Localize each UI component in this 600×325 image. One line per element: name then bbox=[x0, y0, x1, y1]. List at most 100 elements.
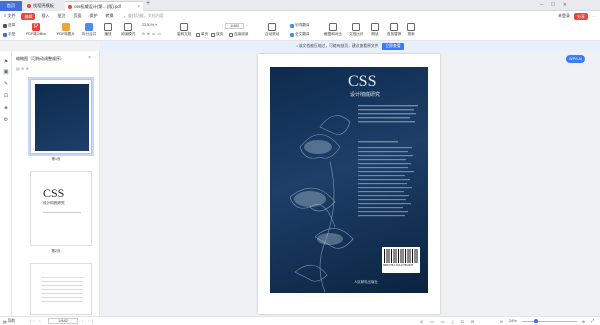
status-page-input[interactable]: 1/482 bbox=[48, 318, 78, 324]
zoom-slider[interactable] bbox=[522, 319, 577, 323]
close-icon[interactable]: × bbox=[138, 4, 140, 9]
tab-current-pdf[interactable]: css权威设计(第…)版).pdf × bbox=[65, 1, 143, 11]
ribbon-toolbar: 选择 手型 P PDF转Office PDF转图片 拆分合并 播放 阅读模式 23… bbox=[0, 21, 600, 41]
read-aloud-button[interactable]: 朗读 bbox=[371, 23, 379, 37]
zoom-out-icon[interactable]: ⊖ bbox=[500, 319, 503, 324]
barcode-bars bbox=[384, 249, 418, 263]
wps-ai-button[interactable]: WPS AI bbox=[566, 55, 586, 63]
barcode: ISBN 978-7-115-17766-8/TP bbox=[382, 247, 420, 273]
share-button[interactable]: 分享 bbox=[574, 12, 588, 20]
chevron-down-icon: ▾ bbox=[155, 23, 158, 27]
thumbnail-tools[interactable]: ▤ ⊖ ⊕ bbox=[16, 66, 96, 72]
thumbnail-page2-subtitle: 设计彻底研究 bbox=[43, 201, 65, 205]
zoom-in-icon[interactable]: ⊕ bbox=[582, 319, 585, 324]
double-page-icon bbox=[211, 32, 215, 37]
layers-icon[interactable]: ◈ bbox=[3, 105, 9, 111]
status-bar: ▤ 导航 |‹ ‹ 1/482 › ›| ◎ ▭ ▭ ▯ ⊡ ⊟ ⊖ 24% ⊕… bbox=[0, 316, 600, 325]
navigation-toggle[interactable]: ▤ 导航 bbox=[3, 319, 15, 324]
translate-button[interactable]: 划词翻译 bbox=[290, 23, 309, 28]
fullscreen-icon[interactable]: ⤢ bbox=[591, 319, 594, 323]
rotate-button[interactable]: 旋转文档 bbox=[177, 23, 191, 37]
double-page-button[interactable]: 双页 bbox=[211, 32, 223, 37]
thumbnail-page2-title: CSS bbox=[43, 186, 65, 200]
nav-icon: ▤ bbox=[3, 320, 7, 324]
full-translate-icon bbox=[290, 32, 294, 37]
play-button[interactable]: 播放 bbox=[104, 23, 112, 37]
thumbnail-page-1[interactable] bbox=[28, 77, 94, 156]
next-last-icons[interactable]: › ›| bbox=[82, 319, 95, 323]
full-translate-button[interactable]: 全文翻译 bbox=[290, 32, 309, 37]
screenshot-icon bbox=[328, 23, 337, 31]
tab-bar: 首页 找稻壳模板 css权威设计(第…)版).pdf × + ─ ☐ ✕ bbox=[0, 0, 600, 11]
publisher-text: 人民邮电出版社 bbox=[354, 280, 378, 284]
thumbnail-text-lines bbox=[41, 274, 83, 304]
menu-insert[interactable]: 插入 bbox=[37, 13, 53, 19]
thumbnail-page-3[interactable] bbox=[30, 263, 92, 315]
more-icon[interactable]: ⋯ bbox=[588, 14, 600, 19]
window-controls[interactable]: ─ ☐ ✕ bbox=[540, 2, 570, 8]
thumbnail-icon[interactable]: ▣ bbox=[3, 69, 9, 75]
menu-convert[interactable]: 转换 bbox=[101, 13, 117, 19]
view-original-button[interactable]: 立即查看 bbox=[382, 42, 404, 50]
thumbnail-panel-title: 缩略图（可拖动调整顺序） bbox=[16, 56, 64, 61]
autoscroll-button[interactable]: 自动滚动 bbox=[265, 23, 279, 37]
thumbnail-label: 第1页 bbox=[51, 157, 61, 161]
thumbnail-panel: 缩略图（可拖动调整顺序） × ▤ ⊖ ⊕ 第1页 CSS 设计彻底研究 第2页 bbox=[12, 51, 100, 316]
view-mode-icons[interactable]: ◎ ▭ ▭ ▯ ⊡ ⊟ bbox=[420, 319, 477, 324]
search-icon: ⌕ bbox=[123, 13, 126, 19]
first-prev-icons[interactable]: |‹ ‹ bbox=[30, 319, 43, 323]
left-icon-strip: ⚑ ▣ ✎ ⊡ ◈ ⚙ bbox=[0, 51, 12, 316]
read-mode-icon bbox=[124, 23, 133, 31]
compression-notice: • 该文档被压缩过，可能有缺页，建议查看原文件 立即查看 bbox=[100, 41, 600, 51]
annotation-icon[interactable]: ✎ bbox=[3, 81, 9, 87]
tab-home[interactable]: 首页 bbox=[0, 1, 22, 11]
menu-page[interactable]: 页面 bbox=[69, 13, 85, 19]
close-icon[interactable]: × bbox=[88, 55, 91, 61]
attachment-icon[interactable]: ⊡ bbox=[3, 93, 9, 99]
zoom-select[interactable]: 23.51% ▾ bbox=[142, 23, 157, 27]
thumbnail-text-lines bbox=[43, 212, 81, 226]
screenshot-button[interactable]: 截图和对比 bbox=[324, 23, 342, 37]
find-icon bbox=[390, 23, 399, 31]
hand-icon bbox=[3, 32, 7, 37]
page-input[interactable]: ‹ 1/482 › bbox=[222, 23, 247, 29]
thumbnail-page-2[interactable]: CSS 设计彻底研究 bbox=[30, 171, 92, 246]
login-status[interactable]: 未登录 bbox=[554, 13, 574, 19]
menu-file[interactable]: ≡ 文件 bbox=[0, 13, 19, 19]
pdf-to-image-button[interactable]: PDF转图片 bbox=[57, 23, 75, 37]
find-replace-button[interactable]: 查找替换 bbox=[387, 23, 401, 37]
thumbnail-cover-image bbox=[35, 84, 89, 151]
play-icon bbox=[104, 23, 112, 31]
search-button[interactable]: 搜索 bbox=[407, 23, 415, 37]
tab-template[interactable]: 找稻壳模板 bbox=[24, 1, 64, 11]
bookmark-icon[interactable]: ⚑ bbox=[3, 59, 9, 65]
new-tab-button[interactable]: + bbox=[146, 0, 150, 7]
continuous-button[interactable]: 连续阅读 bbox=[229, 32, 248, 37]
autoscroll-icon bbox=[268, 23, 277, 31]
read-mode-button[interactable]: 阅读模式 bbox=[121, 23, 135, 37]
search-icon bbox=[407, 23, 415, 31]
zoom-slider-handle[interactable] bbox=[534, 319, 538, 323]
zoom-level: 24% bbox=[509, 319, 517, 323]
compare-icon bbox=[352, 23, 361, 31]
zoom-controls[interactable]: ⊖⊕▭▭ bbox=[142, 32, 163, 36]
book-cover-image: CSS 设计彻底研究 ISBN 978-7-115-17766-8/TP 人民邮… bbox=[270, 67, 428, 293]
menu-protect[interactable]: 保护 bbox=[85, 13, 101, 19]
pdf-to-office-button[interactable]: P PDF转Office bbox=[26, 23, 46, 37]
select-tool[interactable]: 选择 bbox=[3, 23, 15, 28]
menu-edit[interactable]: 编辑 bbox=[21, 12, 36, 20]
single-page-icon bbox=[196, 32, 200, 37]
menu-annotate[interactable]: 批注 bbox=[53, 13, 69, 19]
compare-button[interactable]: 文档比对 bbox=[349, 23, 363, 37]
thumbnail-label: 第2页 bbox=[51, 249, 61, 253]
menu-bar: ≡ 文件 编辑 插入 批注 页面 保护 转换 ⌕ 查找功能、文档内容 未登录 分… bbox=[0, 11, 600, 21]
rotate-icon bbox=[180, 23, 189, 31]
single-page-button[interactable]: 单页 bbox=[196, 32, 208, 37]
pdf-to-image-icon bbox=[61, 23, 70, 31]
settings-icon[interactable]: ⚙ bbox=[3, 117, 9, 123]
split-merge-button[interactable]: 拆分合并 bbox=[82, 23, 96, 37]
hand-tool[interactable]: 手型 bbox=[3, 32, 15, 37]
feature-search[interactable]: ⌕ 查找功能、文档内容 bbox=[123, 13, 163, 19]
cover-title: CSS bbox=[348, 73, 377, 90]
read-aloud-icon bbox=[371, 23, 379, 31]
